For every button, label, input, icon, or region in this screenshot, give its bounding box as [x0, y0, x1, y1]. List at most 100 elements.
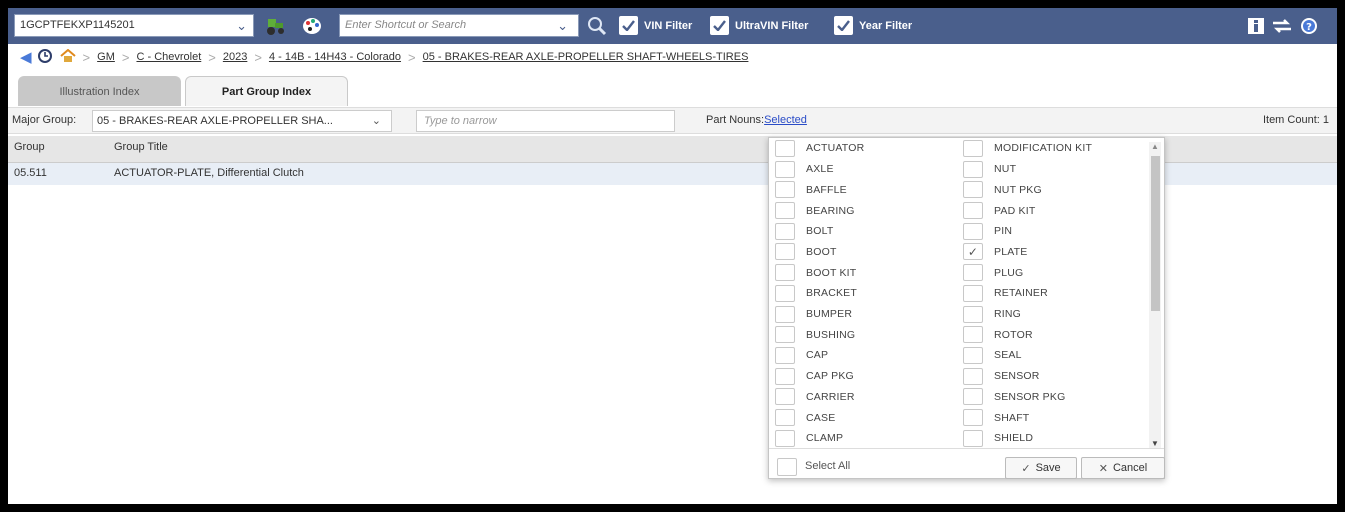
- part-noun-option[interactable]: BOOT KIT: [775, 262, 856, 283]
- checkbox[interactable]: [775, 367, 795, 385]
- part-noun-option[interactable]: BEARING: [775, 200, 855, 221]
- checkbox[interactable]: [775, 388, 795, 406]
- checkbox[interactable]: [775, 409, 795, 427]
- part-noun-option[interactable]: NUT: [963, 159, 1016, 180]
- part-noun-option[interactable]: NUT PKG: [963, 180, 1042, 201]
- select-all-label[interactable]: Select All: [805, 460, 850, 472]
- back-arrow-icon[interactable]: ◀: [20, 48, 32, 66]
- breadcrumb-gm[interactable]: GM: [97, 51, 115, 63]
- checkbox[interactable]: [775, 181, 795, 199]
- checkbox[interactable]: [775, 429, 795, 447]
- part-noun-option[interactable]: ROTOR: [963, 324, 1033, 345]
- popup-scrollbar[interactable]: ▲ ▼: [1149, 142, 1161, 448]
- part-noun-option[interactable]: CAP PKG: [775, 366, 854, 387]
- checkbox[interactable]: [963, 202, 983, 220]
- breadcrumb-year[interactable]: 2023: [223, 51, 247, 63]
- breadcrumb-model[interactable]: 4 - 14B - 14H43 - Colorado: [269, 51, 401, 63]
- history-clock-icon[interactable]: [37, 48, 52, 66]
- checkbox[interactable]: [775, 160, 795, 178]
- part-noun-label: CAP PKG: [806, 370, 854, 383]
- checkbox[interactable]: [775, 305, 795, 323]
- year-filter-toggle[interactable]: Year Filter: [834, 16, 912, 35]
- checkbox[interactable]: [963, 409, 983, 427]
- vin-filter-toggle[interactable]: VIN Filter: [619, 16, 692, 35]
- part-noun-option[interactable]: BRACKET: [775, 283, 857, 304]
- part-noun-option[interactable]: PIN: [963, 221, 1012, 242]
- info-icon[interactable]: [1244, 14, 1268, 38]
- tab-part-group-index[interactable]: Part Group Index: [185, 76, 348, 106]
- part-noun-option[interactable]: PLUG: [963, 262, 1023, 283]
- checkbox[interactable]: [963, 284, 983, 302]
- magnifier-icon[interactable]: [585, 14, 609, 38]
- part-noun-option[interactable]: SEAL: [963, 345, 1022, 366]
- scroll-thumb[interactable]: [1151, 156, 1160, 311]
- save-button[interactable]: ✓ Save: [1005, 457, 1077, 479]
- scroll-down-icon[interactable]: ▼: [1151, 439, 1159, 448]
- tractor-icon[interactable]: [264, 14, 288, 38]
- breadcrumb-major-group[interactable]: 05 - BRAKES-REAR AXLE-PROPELLER SHAFT-WH…: [423, 51, 749, 63]
- part-noun-option[interactable]: CARRIER: [775, 387, 855, 408]
- checkbox[interactable]: [963, 160, 983, 178]
- checkbox[interactable]: [775, 284, 795, 302]
- scroll-up-icon[interactable]: ▲: [1151, 142, 1159, 151]
- checkbox[interactable]: [963, 367, 983, 385]
- column-header-group[interactable]: Group: [14, 141, 45, 153]
- part-noun-option[interactable]: ACTUATOR: [775, 138, 864, 159]
- checkbox[interactable]: [775, 222, 795, 240]
- checkbox[interactable]: [963, 305, 983, 323]
- chevron-down-icon[interactable]: ⌄: [557, 15, 568, 36]
- shortcut-search-input[interactable]: Enter Shortcut or Search ⌄: [339, 14, 579, 37]
- part-noun-option[interactable]: BOOT: [775, 242, 837, 263]
- part-noun-option[interactable]: SHIELD: [963, 428, 1033, 449]
- checkbox[interactable]: [963, 264, 983, 282]
- part-noun-option[interactable]: RETAINER: [963, 283, 1048, 304]
- checkbox[interactable]: [775, 243, 795, 261]
- narrow-input[interactable]: Type to narrow: [416, 110, 675, 132]
- part-noun-option[interactable]: SENSOR: [963, 366, 1040, 387]
- palette-icon[interactable]: [300, 14, 324, 38]
- part-noun-option[interactable]: MODIFICATION KIT: [963, 138, 1092, 159]
- checkbox[interactable]: [775, 326, 795, 344]
- checkbox-checked-icon[interactable]: [834, 16, 853, 35]
- checkbox[interactable]: [963, 429, 983, 447]
- checkbox[interactable]: [775, 346, 795, 364]
- part-nouns-selected-link[interactable]: Selected: [764, 114, 807, 126]
- part-noun-option[interactable]: SHAFT: [963, 407, 1029, 428]
- checkbox-checked-icon[interactable]: [619, 16, 638, 35]
- checkbox-checked-icon[interactable]: ✓: [963, 243, 983, 261]
- save-label: Save: [1035, 462, 1061, 474]
- checkbox[interactable]: [775, 264, 795, 282]
- part-noun-option[interactable]: BUSHING: [775, 324, 855, 345]
- part-noun-option[interactable]: BAFFLE: [775, 180, 847, 201]
- checkbox[interactable]: [775, 202, 795, 220]
- breadcrumb-make[interactable]: C - Chevrolet: [136, 51, 201, 63]
- part-noun-option[interactable]: RING: [963, 304, 1021, 325]
- checkbox[interactable]: [963, 222, 983, 240]
- part-noun-option[interactable]: PAD KIT: [963, 200, 1035, 221]
- checkbox[interactable]: [963, 139, 983, 157]
- part-noun-option[interactable]: CLAMP: [775, 428, 843, 449]
- checkbox-checked-icon[interactable]: [710, 16, 729, 35]
- part-noun-option[interactable]: AXLE: [775, 159, 834, 180]
- exchange-icon[interactable]: [1270, 14, 1294, 38]
- column-header-group-title[interactable]: Group Title: [114, 141, 168, 153]
- part-noun-option[interactable]: CAP: [775, 345, 828, 366]
- home-icon[interactable]: [59, 48, 76, 66]
- vin-select[interactable]: 1GCPTFEKXP1145201 ⌄: [14, 14, 254, 37]
- cancel-button[interactable]: ✕ Cancel: [1081, 457, 1165, 479]
- checkbox[interactable]: [963, 181, 983, 199]
- part-noun-option[interactable]: ✓ PLATE: [963, 242, 1027, 263]
- part-noun-option[interactable]: BOLT: [775, 221, 833, 242]
- select-all-checkbox[interactable]: [777, 458, 797, 476]
- part-noun-option[interactable]: BUMPER: [775, 304, 852, 325]
- help-icon[interactable]: ?: [1297, 14, 1321, 38]
- major-group-select[interactable]: 05 - BRAKES-REAR AXLE-PROPELLER SHA... ⌄: [92, 110, 392, 132]
- checkbox[interactable]: [963, 346, 983, 364]
- checkbox[interactable]: [963, 326, 983, 344]
- tab-illustration-index[interactable]: Illustration Index: [18, 76, 181, 106]
- ultravin-filter-toggle[interactable]: UltraVIN Filter: [710, 16, 808, 35]
- checkbox[interactable]: [775, 139, 795, 157]
- part-noun-option[interactable]: CASE: [775, 407, 835, 428]
- part-noun-option[interactable]: SENSOR PKG: [963, 387, 1065, 408]
- checkbox[interactable]: [963, 388, 983, 406]
